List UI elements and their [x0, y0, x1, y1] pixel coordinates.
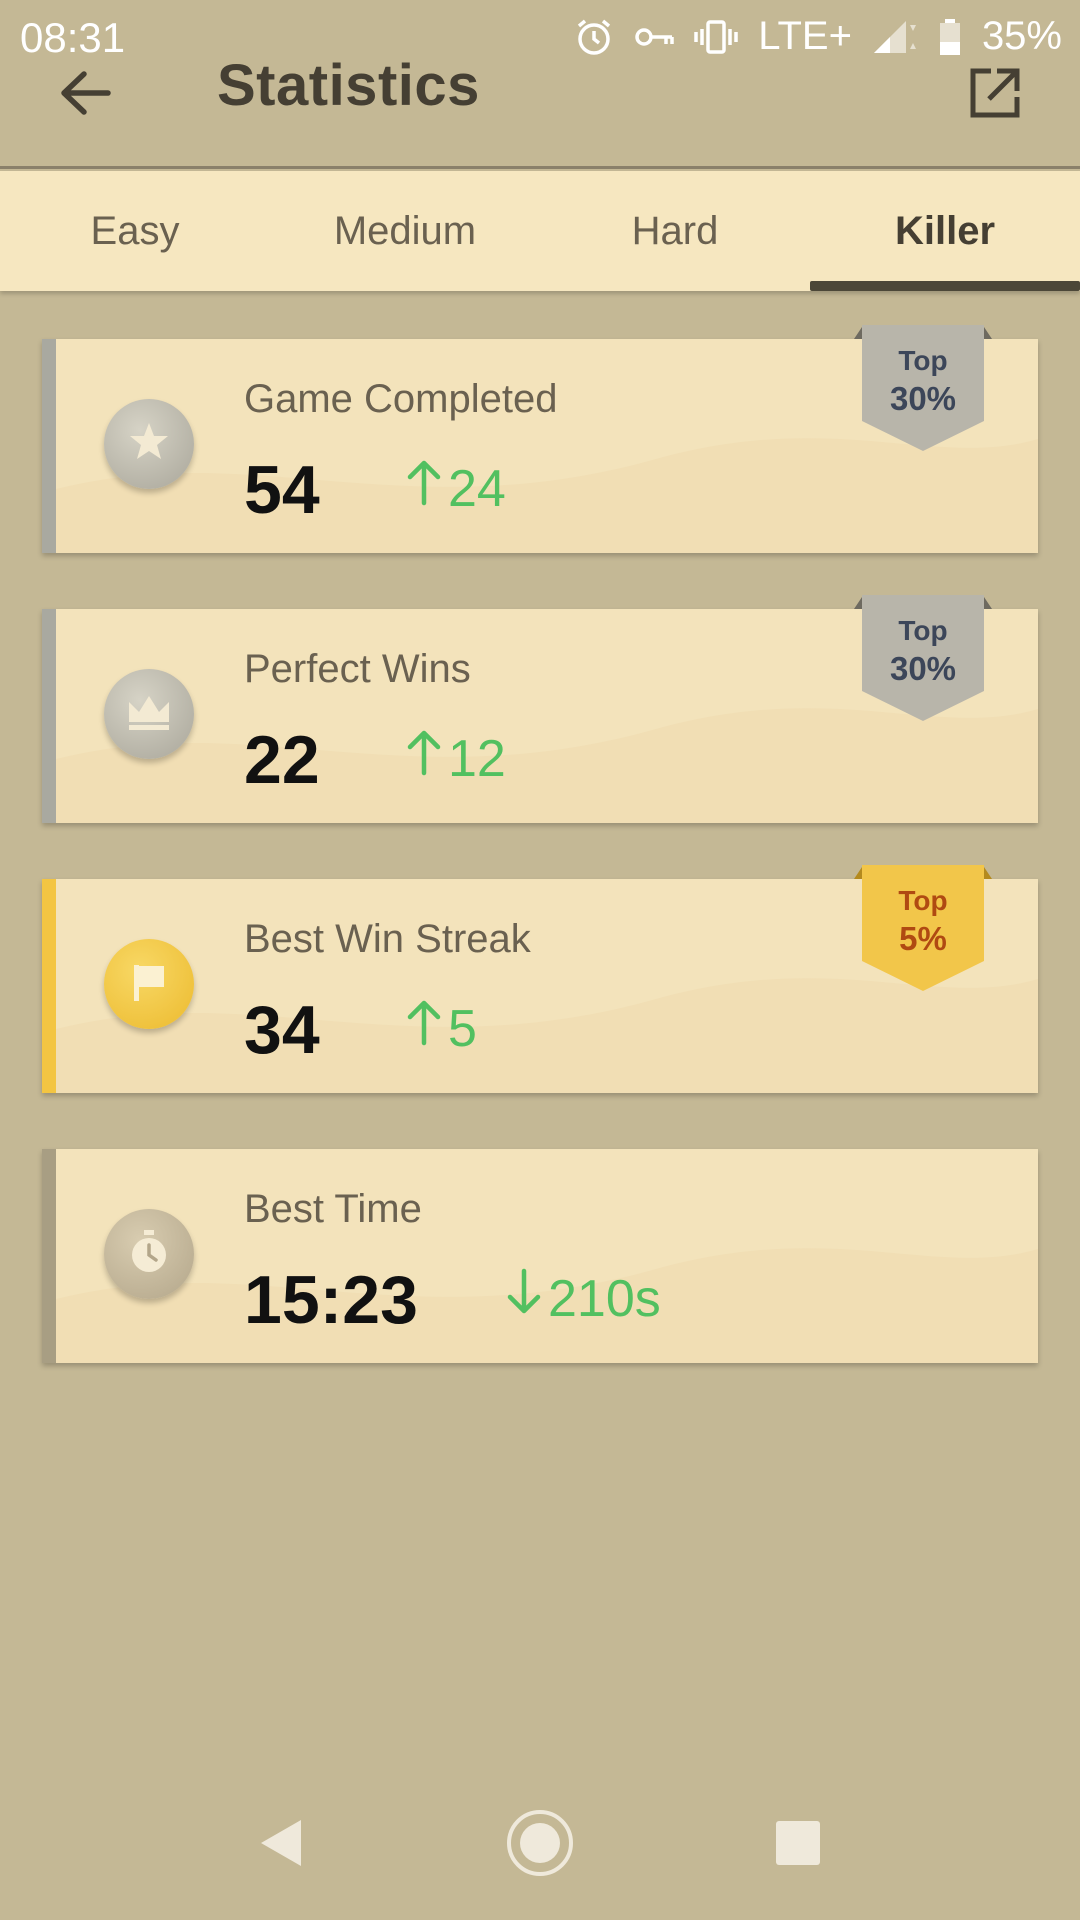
- card-accent-stripe: [42, 609, 56, 823]
- stat-delta-value: 12: [448, 729, 506, 788]
- stat-value: 15:23: [244, 1262, 418, 1338]
- badge-percent: 30%: [889, 380, 957, 417]
- badge-top-label: Top: [898, 345, 948, 376]
- stat-delta: 24: [404, 457, 506, 520]
- card-background-pattern: [56, 1149, 1038, 1363]
- nav-recents-icon: [774, 1819, 822, 1872]
- medal: [104, 1209, 194, 1299]
- system-nav-bar: [0, 1770, 1080, 1920]
- vpn-key-icon: [634, 23, 674, 51]
- tab-hard[interactable]: Hard: [540, 171, 810, 291]
- card-accent-stripe: [42, 339, 56, 553]
- crown-icon: [125, 692, 173, 737]
- arrow-up-icon: [404, 457, 448, 520]
- stat-delta: 5: [404, 997, 477, 1060]
- stat-delta-value: 210s: [548, 1269, 661, 1328]
- share-button[interactable]: [960, 60, 1030, 130]
- stat-delta: 12: [404, 727, 506, 790]
- nav-back-icon: [255, 1816, 305, 1875]
- open-external-icon: [969, 67, 1021, 124]
- page-title: Statistics: [217, 53, 480, 118]
- card-accent-stripe: [42, 879, 56, 1093]
- tab-easy[interactable]: Easy: [0, 171, 270, 291]
- badge-percent: 30%: [889, 650, 957, 687]
- arrow-left-icon: [58, 69, 112, 122]
- medal: [104, 939, 194, 1029]
- star-icon: [126, 419, 172, 470]
- stat-card-best-time: Best Time 15:23 210s: [42, 1149, 1038, 1363]
- stat-value: 34: [244, 992, 320, 1068]
- stat-value: 54: [244, 452, 320, 528]
- stat-card-perfect-wins: Perfect Wins 22 12 Top 30%: [42, 595, 1038, 823]
- stat-card-best-win-streak: Best Win Streak 34 5 Top 5%: [42, 865, 1038, 1093]
- rank-badge: Top 30%: [854, 325, 992, 451]
- medal: [104, 399, 194, 489]
- arrow-up-icon: [404, 727, 448, 790]
- flag-icon: [126, 959, 172, 1010]
- stopwatch-icon: [126, 1228, 172, 1281]
- stat-delta-value: 24: [448, 459, 506, 518]
- nav-home-button[interactable]: [490, 1795, 590, 1895]
- stat-label: Best Time: [244, 1187, 422, 1231]
- badge-top-label: Top: [898, 615, 948, 646]
- nav-home-icon: [505, 1808, 575, 1883]
- stat-label: Best Win Streak: [244, 917, 531, 961]
- rank-badge: Top 30%: [854, 595, 992, 721]
- stat-card-games-completed: Game Completed 54 24 Top 30%: [42, 325, 1038, 553]
- tab-killer[interactable]: Killer: [810, 171, 1080, 291]
- stat-value: 22: [244, 722, 320, 798]
- arrow-down-icon: [504, 1267, 548, 1330]
- card-accent-stripe: [42, 1149, 56, 1363]
- stat-label: Game Completed: [244, 377, 558, 421]
- tab-medium[interactable]: Medium: [270, 171, 540, 291]
- badge-top-label: Top: [898, 885, 948, 916]
- stat-delta-value: 5: [448, 999, 477, 1058]
- badge-percent: 5%: [899, 920, 947, 957]
- stat-label: Perfect Wins: [244, 647, 471, 691]
- app-bar: Statistics: [0, 48, 1080, 168]
- rank-badge: Top 5%: [854, 865, 992, 991]
- back-button[interactable]: [50, 60, 120, 130]
- medal: [104, 669, 194, 759]
- nav-back-button[interactable]: [230, 1795, 330, 1895]
- stat-delta: 210s: [504, 1267, 661, 1330]
- arrow-up-icon: [404, 997, 448, 1060]
- nav-recents-button[interactable]: [748, 1795, 848, 1895]
- header-divider: [0, 166, 1080, 169]
- difficulty-tabs: Easy Medium Hard Killer: [0, 171, 1080, 291]
